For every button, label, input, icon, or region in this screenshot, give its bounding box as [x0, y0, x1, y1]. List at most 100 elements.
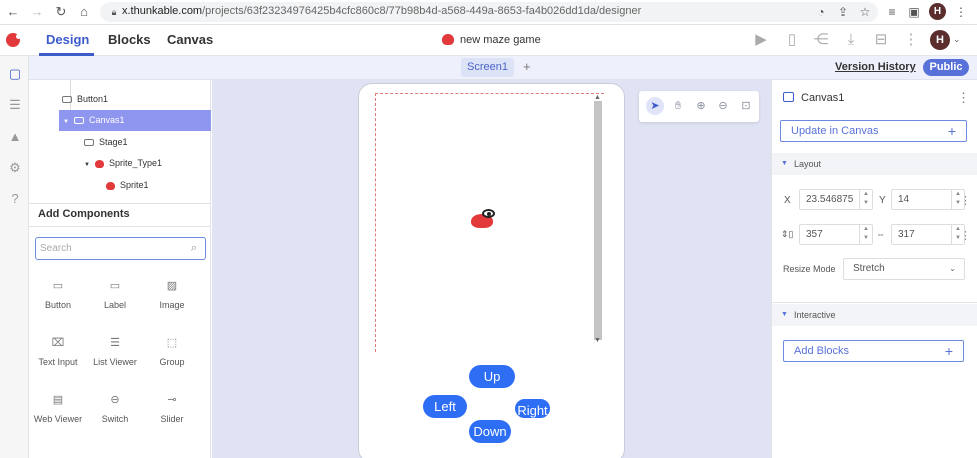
component-label[interactable]: ▭ Label	[87, 280, 143, 311]
properties-title: Canvas1	[801, 92, 845, 104]
zoom-in-icon[interactable]: ⊕	[692, 97, 710, 115]
width-input[interactable]: 357 ▲ ▼	[799, 224, 873, 245]
star-icon[interactable]: ☆	[857, 4, 873, 20]
tree-item-canvas1[interactable]: ▼ Canvas1	[59, 110, 211, 131]
reload-icon[interactable]: ↻	[53, 4, 69, 20]
docs-book-icon[interactable]: ⊟	[872, 31, 890, 49]
component-label: Group	[159, 357, 185, 367]
sprite-icon	[106, 181, 115, 190]
select-cursor-icon[interactable]: ➤	[646, 97, 664, 115]
tree-item-label: Sprite_Type1	[108, 158, 162, 168]
component-search-box[interactable]: ⌕	[35, 237, 206, 260]
chevron-down-icon[interactable]: ⌄	[953, 34, 961, 45]
share-icon[interactable]: ⇪	[835, 4, 851, 20]
home-icon[interactable]: ⌂	[76, 4, 92, 20]
interactive-section-header[interactable]: ▼ Interactive	[772, 304, 977, 326]
add-screen-button[interactable]: +	[523, 59, 531, 74]
help-icon[interactable]: ?	[7, 191, 23, 207]
zoom-out-icon[interactable]: ⊖	[714, 97, 732, 115]
button-label: Add Blocks	[794, 345, 850, 357]
scroll-down-icon[interactable]: ▼	[594, 337, 601, 344]
scroll-up-icon[interactable]: ▲	[594, 94, 601, 101]
back-arrow-icon[interactable]: ←	[5, 4, 21, 20]
component-search-input[interactable]	[40, 241, 180, 256]
tree-item-sprite1[interactable]: Sprite1	[106, 175, 210, 196]
tree-item-button1[interactable]: Button1	[62, 89, 210, 110]
tab-canvas[interactable]: Canvas	[167, 32, 213, 47]
x-input[interactable]: 23.546875 ▲ ▼	[799, 189, 873, 210]
layout-section-header[interactable]: ▼ Layout	[772, 153, 977, 175]
component-text-input[interactable]: ⌧ Text Input	[30, 337, 86, 368]
browser-menu-icon[interactable]: ⋮	[953, 4, 969, 20]
sidebar-icon[interactable]: ▣	[906, 4, 922, 20]
left-button[interactable]: Left	[423, 395, 467, 418]
update-in-canvas-button[interactable]: Update in Canvas +	[780, 120, 967, 142]
add-blocks-button[interactable]: Add Blocks +	[783, 340, 964, 362]
phone-preview-icon[interactable]: ▯	[783, 31, 801, 49]
height-icon: ⇔	[876, 229, 885, 239]
right-button[interactable]: Right	[513, 397, 552, 420]
components-panel: Button1 ▼ Canvas1 Stage1 ▼ Sprite_Type1 Sp…	[29, 80, 211, 458]
browser-profile-avatar[interactable]: H	[929, 3, 946, 20]
tab-screen1[interactable]: Screen1	[461, 58, 514, 77]
component-slider[interactable]: ⊸ Slider	[144, 394, 200, 425]
more-options-icon[interactable]: ⋮	[960, 229, 971, 242]
caret-down-icon[interactable]: ▼	[63, 119, 69, 125]
more-options-icon[interactable]: ⋮	[957, 90, 970, 106]
component-button[interactable]: ▭ Button	[30, 280, 86, 311]
caret-down-icon: ▼	[781, 311, 788, 318]
tab-design[interactable]: Design	[46, 32, 89, 47]
divider	[29, 203, 211, 204]
label-icon: ▭	[109, 280, 121, 292]
section-label: Layout	[794, 159, 822, 169]
public-button[interactable]: Public	[923, 59, 969, 76]
tab-blocks[interactable]: Blocks	[108, 32, 151, 47]
forward-arrow-icon[interactable]: →	[29, 4, 45, 20]
width-icon: ⇕▯	[781, 229, 794, 239]
play-icon[interactable]: ▶	[752, 31, 770, 49]
hand-pan-icon[interactable]: ✋︎	[669, 97, 687, 115]
thunkable-logo[interactable]	[6, 33, 21, 47]
button-icon: ▭	[52, 280, 64, 292]
tree-item-label: Canvas1	[88, 115, 125, 125]
device-icon[interactable]: ▢	[7, 66, 23, 82]
up-button[interactable]: Up	[469, 365, 515, 388]
reading-list-icon[interactable]: ≡	[884, 4, 900, 20]
more-options-icon[interactable]: ⋮	[960, 194, 971, 207]
design-canvas-area: ▲ ▼ Up Left Right Down ➤ ✋︎ ⊕ ⊖ ⊡	[212, 80, 771, 458]
down-button[interactable]: Down	[469, 420, 511, 443]
tree-item-stage1[interactable]: Stage1	[84, 132, 210, 153]
add-components-title: Add Components	[38, 208, 130, 220]
resize-mode-select[interactable]: Stretch ⌄	[843, 258, 965, 280]
url-text: x.thunkable.com/projects/63f23234976425b…	[122, 5, 641, 17]
sprite-character[interactable]	[471, 209, 495, 229]
width-stepper[interactable]: ▲ ▼	[859, 225, 872, 244]
button-label: Update in Canvas	[791, 125, 879, 137]
version-history-link[interactable]: Version History	[835, 61, 916, 73]
project-name[interactable]: new maze game	[460, 34, 541, 46]
more-options-icon[interactable]: ⋮	[902, 31, 920, 49]
width-value: 357	[806, 229, 823, 240]
speed-icon[interactable]: ◔	[813, 4, 829, 20]
fit-screen-icon[interactable]: ⊡	[737, 97, 755, 115]
share-network-icon[interactable]: ⋲	[812, 31, 830, 49]
height-input[interactable]: 317 ▲ ▼	[891, 224, 965, 245]
lock-icon: 🔒︎	[111, 7, 117, 17]
tree-item-sprite-type1[interactable]: ▼ Sprite_Type1	[84, 153, 210, 174]
settings-gear-icon[interactable]: ⚙	[7, 160, 23, 176]
resize-mode-label: Resize Mode	[783, 264, 836, 274]
canvas-scrollbar[interactable]	[594, 101, 602, 340]
download-icon[interactable]: ⤓	[842, 31, 860, 49]
database-icon[interactable]: ☰	[7, 97, 23, 113]
component-image[interactable]: ▨ Image	[144, 280, 200, 311]
assets-icon[interactable]: ▲	[7, 129, 23, 145]
address-bar[interactable]: 🔒︎ x.thunkable.com/projects/63f232349764…	[100, 2, 878, 22]
user-avatar[interactable]: H	[930, 30, 950, 50]
y-input[interactable]: 14 ▲ ▼	[891, 189, 965, 210]
caret-down-icon[interactable]: ▼	[84, 162, 90, 168]
component-switch[interactable]: ⊖ Switch	[87, 394, 143, 425]
component-list-viewer[interactable]: ☰ List Viewer	[87, 337, 143, 368]
x-stepper[interactable]: ▲ ▼	[859, 190, 872, 209]
component-group[interactable]: ⬚ Group	[144, 337, 200, 368]
component-web-viewer[interactable]: ▤ Web Viewer	[30, 394, 86, 425]
